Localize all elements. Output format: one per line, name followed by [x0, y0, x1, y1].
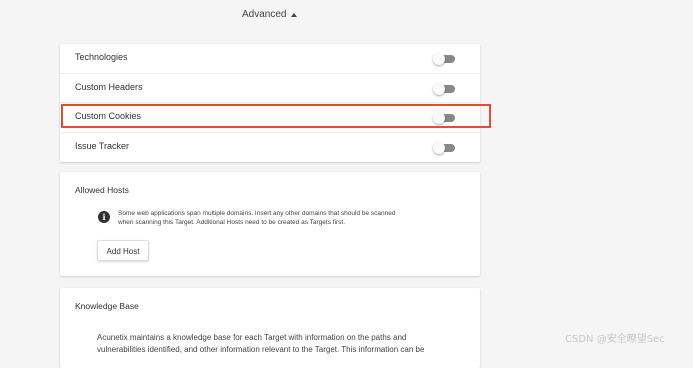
advanced-options-card: Technologies Custom Headers Custom Cooki…	[60, 44, 480, 162]
knowledge-base-text: Acunetix maintains a knowledge base for …	[97, 332, 457, 356]
option-label-issue-tracker: Issue Tracker	[75, 140, 130, 151]
info-icon: i	[98, 211, 110, 223]
option-row-custom-headers: Custom Headers	[60, 74, 480, 103]
knowledge-base-title: Knowledge Base	[75, 301, 139, 311]
toggle-thumb	[433, 82, 445, 95]
option-label-technologies: Technologies	[75, 52, 128, 62]
option-label-custom-headers: Custom Headers	[75, 81, 143, 92]
option-row-issue-tracker: Issue Tracker	[60, 133, 480, 163]
custom-headers-toggle[interactable]	[433, 82, 455, 95]
kb-text-line-2: vulnerabilities identified, and other in…	[97, 345, 425, 354]
allowed-hosts-info-text: Some web applications span multiple doma…	[118, 209, 438, 227]
allowed-hosts-title: Allowed Hosts	[75, 185, 129, 195]
issue-tracker-toggle[interactable]	[433, 141, 455, 154]
option-row-custom-cookies: Custom Cookies	[60, 103, 480, 133]
option-label-custom-cookies: Custom Cookies	[75, 111, 142, 121]
knowledge-base-card: Knowledge Base Acunetix maintains a know…	[60, 288, 480, 368]
add-host-button[interactable]: Add Host	[97, 240, 149, 261]
info-text-line-2: when scanning this Target. Additional Ho…	[118, 219, 346, 226]
advanced-label: Advanced	[242, 9, 287, 20]
allowed-hosts-card: Allowed Hosts i Some web applications sp…	[60, 172, 480, 276]
option-row-technologies: Technologies	[60, 44, 480, 74]
advanced-section-toggle[interactable]: Advanced	[242, 9, 298, 20]
caret-up-icon	[291, 12, 298, 17]
kb-text-line-1: Acunetix maintains a knowledge base for …	[97, 333, 407, 342]
toggle-thumb	[433, 112, 445, 124]
toggle-thumb	[433, 141, 445, 154]
custom-cookies-toggle[interactable]	[433, 112, 455, 124]
technologies-toggle[interactable]	[433, 53, 455, 65]
info-text-line-1: Some web applications span multiple doma…	[118, 210, 396, 217]
toggle-thumb	[433, 53, 445, 65]
csdn-watermark: CSDN @安全瞭望Sec	[565, 334, 665, 345]
